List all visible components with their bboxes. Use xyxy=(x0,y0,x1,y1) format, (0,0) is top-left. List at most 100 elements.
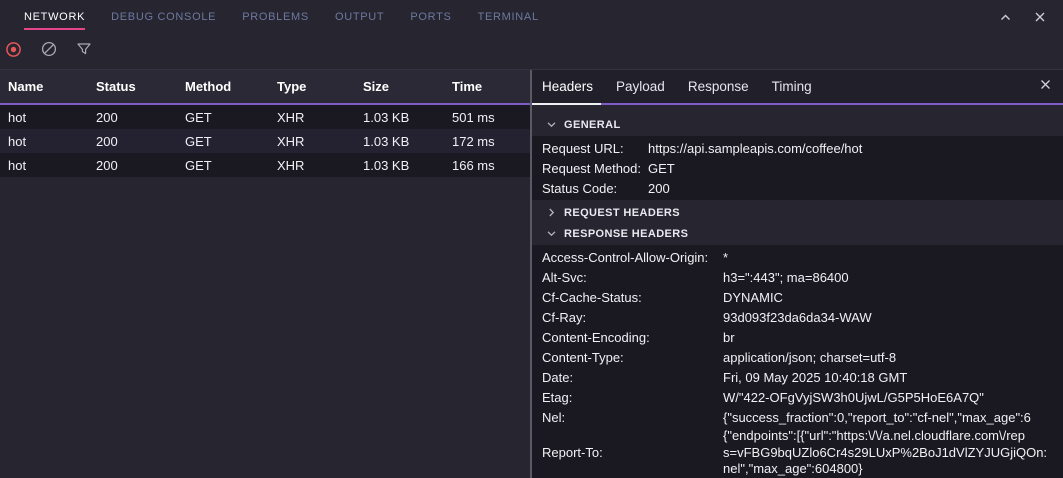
tab-network[interactable]: NETWORK xyxy=(24,0,85,34)
header-value-line: s=vFBG9bqUZlo6Cr4s29LUxP%2BoJ1dVlZYJUGji… xyxy=(723,445,1063,462)
header-value: https://api.sampleapis.com/coffee/hot xyxy=(648,141,1063,156)
clear-icon xyxy=(41,41,57,62)
header-label: Content-Encoding: xyxy=(542,330,723,345)
cell-name: hot xyxy=(8,158,96,173)
header-value: application/json; charset=utf-8 xyxy=(723,350,1063,365)
details-tab-bar: Headers Payload Response Timing xyxy=(532,70,1063,105)
header-value-line: {"endpoints":[{"url":"https:\/\/a.nel.cl… xyxy=(723,428,1063,445)
filter-icon xyxy=(76,41,92,62)
cell-status: 200 xyxy=(96,134,185,149)
column-header-size[interactable]: Size xyxy=(363,79,452,94)
requests-panel: Name Status Method Type Size Time hot 20… xyxy=(0,70,530,478)
tab-debug-console[interactable]: DEBUG CONSOLE xyxy=(111,0,216,34)
tab-timing[interactable]: Timing xyxy=(772,79,812,94)
header-row: Cf-Cache-Status: DYNAMIC xyxy=(542,287,1063,307)
panel-tab-bar: NETWORK DEBUG CONSOLE PROBLEMS OUTPUT PO… xyxy=(0,0,1063,34)
header-row: Request URL: https://api.sampleapis.com/… xyxy=(542,138,1063,158)
record-icon xyxy=(5,41,22,63)
header-value: 200 xyxy=(648,181,1063,196)
header-row: Content-Type: application/json; charset=… xyxy=(542,347,1063,367)
header-label: Cf-Ray: xyxy=(542,310,723,325)
table-row[interactable]: hot 200 GET XHR 1.03 KB 166 ms xyxy=(0,153,530,177)
header-label: Content-Type: xyxy=(542,350,723,365)
cell-status: 200 xyxy=(96,110,185,125)
header-value: {"endpoints":[{"url":"https:\/\/a.nel.cl… xyxy=(723,428,1063,478)
header-row: Etag: W/"422-OFgVyjSW3h0UjwL/G5P5HoE6A7Q… xyxy=(542,387,1063,407)
table-row[interactable]: hot 200 GET XHR 1.03 KB 172 ms xyxy=(0,129,530,153)
cell-method: GET xyxy=(185,134,277,149)
header-label: Report-To: xyxy=(542,445,723,460)
tab-terminal[interactable]: TERMINAL xyxy=(478,0,539,34)
clear-requests-button[interactable] xyxy=(40,43,57,60)
cell-time: 501 ms xyxy=(452,110,530,125)
section-header-response-headers[interactable]: RESPONSE HEADERS xyxy=(532,223,1063,244)
cell-size: 1.03 KB xyxy=(363,110,452,125)
cell-type: XHR xyxy=(277,134,363,149)
request-details-panel: Headers Payload Response Timing GENERAL … xyxy=(532,70,1063,478)
cell-method: GET xyxy=(185,158,277,173)
response-header-rows: Access-Control-Allow-Origin: * Alt-Svc: … xyxy=(532,245,1063,478)
header-row: Alt-Svc: h3=":443"; ma=86400 xyxy=(542,267,1063,287)
header-row: Request Method: GET xyxy=(542,158,1063,178)
header-value: W/"422-OFgVyjSW3h0UjwL/G5P5HoE6A7Q" xyxy=(723,390,1063,405)
close-icon[interactable] xyxy=(1034,11,1046,23)
section-header-general[interactable]: GENERAL xyxy=(532,114,1063,135)
cell-type: XHR xyxy=(277,110,363,125)
section-title: GENERAL xyxy=(564,119,621,131)
filter-button[interactable] xyxy=(75,43,92,60)
chevron-up-icon[interactable] xyxy=(999,11,1012,24)
header-label: Nel: xyxy=(542,410,723,425)
general-rows: Request URL: https://api.sampleapis.com/… xyxy=(532,136,1063,200)
header-value: * xyxy=(723,250,1063,265)
section-title: REQUEST HEADERS xyxy=(564,207,680,219)
header-row: Date: Fri, 09 May 2025 10:40:18 GMT xyxy=(542,367,1063,387)
column-header-name[interactable]: Name xyxy=(8,79,96,94)
details-close-icon[interactable] xyxy=(1039,78,1052,96)
network-toolbar xyxy=(0,34,1063,70)
cell-status: 200 xyxy=(96,158,185,173)
header-value: GET xyxy=(648,161,1063,176)
active-tab-underline xyxy=(532,103,601,105)
header-row: Status Code: 200 xyxy=(542,178,1063,198)
header-label: Etag: xyxy=(542,390,723,405)
header-label: Alt-Svc: xyxy=(542,270,723,285)
tab-ports[interactable]: PORTS xyxy=(410,0,451,34)
tab-payload[interactable]: Payload xyxy=(616,79,665,94)
chevron-right-icon xyxy=(546,207,557,218)
table-row[interactable]: hot 200 GET XHR 1.03 KB 501 ms xyxy=(0,105,530,129)
details-scroll-area: GENERAL Request URL: https://api.samplea… xyxy=(532,105,1063,478)
column-header-time[interactable]: Time xyxy=(452,79,530,94)
header-row: Access-Control-Allow-Origin: * xyxy=(542,247,1063,267)
header-label: Status Code: xyxy=(542,181,648,196)
header-label: Access-Control-Allow-Origin: xyxy=(542,250,723,265)
cell-size: 1.03 KB xyxy=(363,158,452,173)
section-header-request-headers[interactable]: REQUEST HEADERS xyxy=(532,202,1063,223)
cell-name: hot xyxy=(8,110,96,125)
cell-type: XHR xyxy=(277,158,363,173)
panel-window-controls xyxy=(999,0,1063,34)
tab-output[interactable]: OUTPUT xyxy=(335,0,384,34)
column-header-type[interactable]: Type xyxy=(277,79,363,94)
header-row: Report-To: {"endpoints":[{"url":"https:\… xyxy=(542,427,1063,478)
tab-response[interactable]: Response xyxy=(688,79,749,94)
chevron-down-icon xyxy=(546,119,557,130)
header-value: br xyxy=(723,330,1063,345)
header-label: Request Method: xyxy=(542,161,648,176)
tab-problems[interactable]: PROBLEMS xyxy=(242,0,309,34)
header-value: h3=":443"; ma=86400 xyxy=(723,270,1063,285)
network-devtools-panel: NETWORK DEBUG CONSOLE PROBLEMS OUTPUT PO… xyxy=(0,0,1063,478)
requests-table-header: Name Status Method Type Size Time xyxy=(0,70,530,105)
header-value: 93d093f23da6da34-WAW xyxy=(723,310,1063,325)
tab-headers[interactable]: Headers xyxy=(542,79,593,94)
column-header-status[interactable]: Status xyxy=(96,79,185,94)
column-header-method[interactable]: Method xyxy=(185,79,277,94)
header-value: {"success_fraction":0,"report_to":"cf-ne… xyxy=(723,410,1063,425)
chevron-down-icon xyxy=(546,228,557,239)
cell-name: hot xyxy=(8,134,96,149)
header-label: Cf-Cache-Status: xyxy=(542,290,723,305)
record-button[interactable] xyxy=(5,43,22,60)
cell-size: 1.03 KB xyxy=(363,134,452,149)
header-label: Date: xyxy=(542,370,723,385)
header-value: DYNAMIC xyxy=(723,290,1063,305)
header-value-line: nel","max_age":604800} xyxy=(723,461,1063,478)
